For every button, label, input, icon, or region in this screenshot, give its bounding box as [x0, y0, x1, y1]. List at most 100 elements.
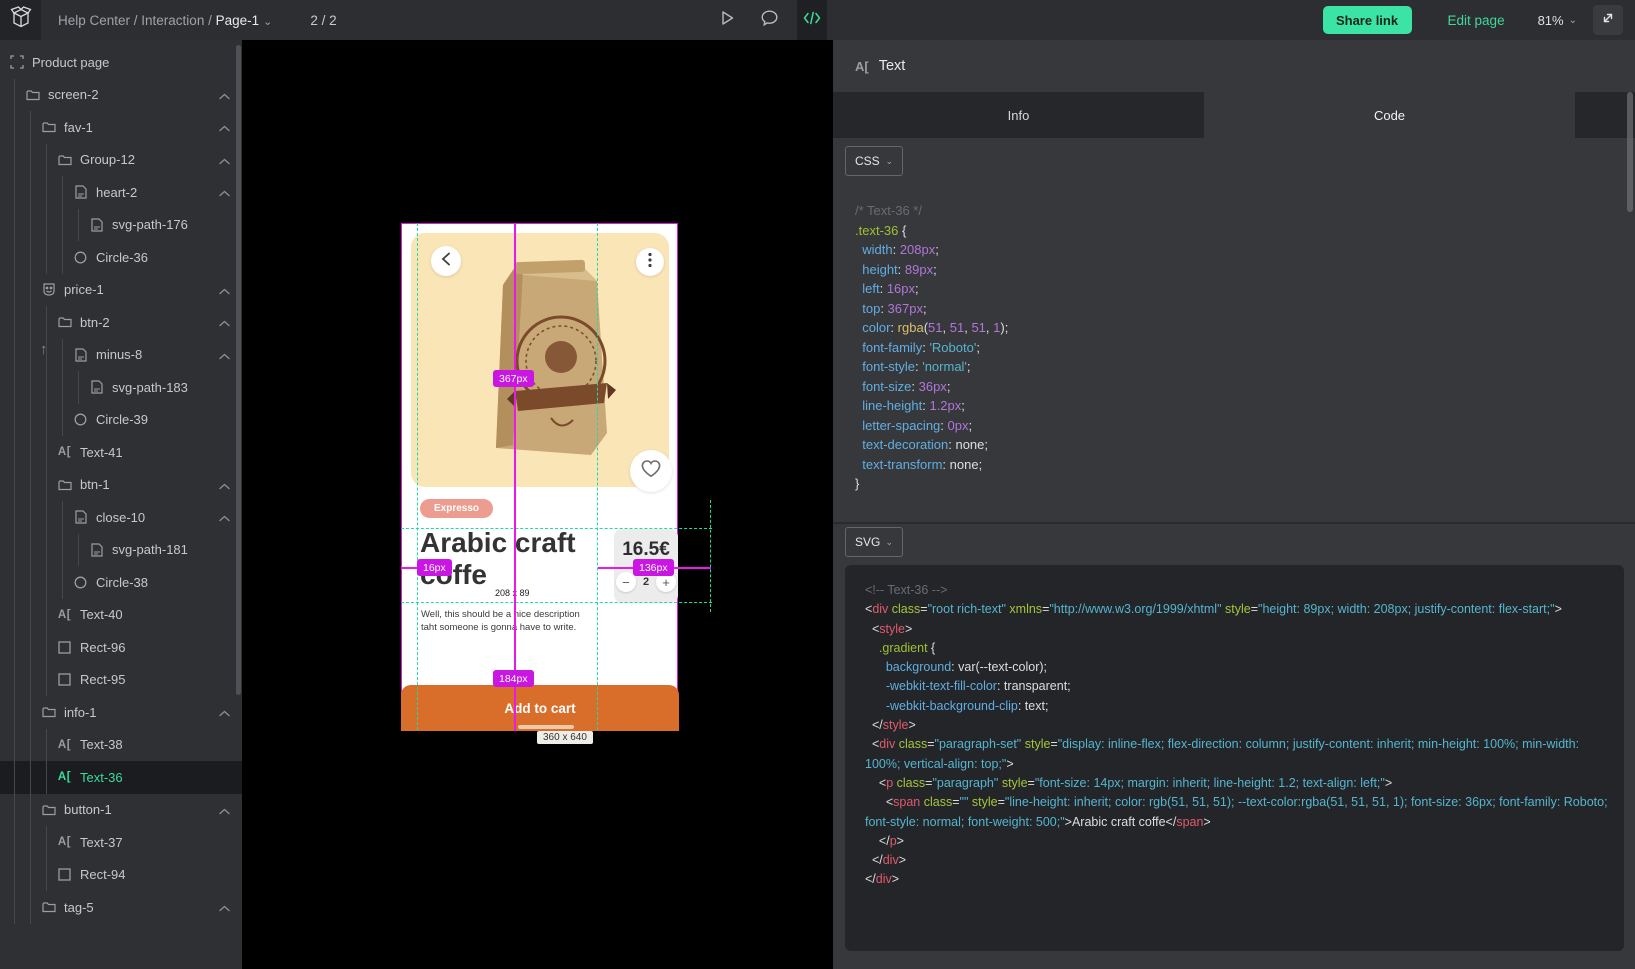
code-line: background: var(--text-color);	[865, 658, 1610, 677]
breadcrumb[interactable]: Help Center / Interaction / Page-1⌄	[58, 13, 272, 28]
indent-guide	[30, 729, 31, 762]
layer-item-product page[interactable]: Product page	[0, 46, 242, 79]
layer-label: Circle-39	[96, 412, 148, 427]
layer-item-text-41[interactable]: A[Text-41	[0, 436, 242, 469]
product-tag-badge[interactable]: Expresso	[420, 499, 493, 518]
indent-guide	[30, 371, 31, 404]
layer-item-btn-2[interactable]: btn-2	[0, 306, 242, 339]
layer-item-button-1[interactable]: button-1	[0, 794, 242, 827]
file-icon	[89, 380, 104, 395]
indent-guide	[14, 371, 15, 404]
tab-code[interactable]: Code	[1204, 92, 1575, 138]
layer-item-rect-96[interactable]: Rect-96	[0, 631, 242, 664]
chevron-up-icon[interactable]	[219, 88, 230, 103]
layer-item-btn-1[interactable]: btn-1	[0, 469, 242, 502]
layer-item-circle-39[interactable]: Circle-39	[0, 404, 242, 437]
circle-icon	[73, 250, 88, 265]
code-line: <style>	[865, 620, 1610, 639]
code-line: <div class="root rich-text" xmlns="http:…	[865, 600, 1610, 619]
layer-item-text-40[interactable]: A[Text-40	[0, 599, 242, 632]
layer-item-screen-2[interactable]: screen-2	[0, 79, 242, 112]
code-mode-button[interactable]	[797, 0, 827, 40]
file-icon	[73, 347, 88, 362]
indent-guide	[14, 241, 15, 274]
indent-guide	[30, 144, 31, 177]
breadcrumb-current-page: Page-1	[216, 13, 260, 28]
back-button[interactable]	[431, 246, 461, 276]
chevron-up-icon[interactable]	[219, 900, 230, 915]
svg-format-dropdown[interactable]: SVG ⌄	[845, 527, 903, 557]
layer-item-heart-2[interactable]: heart-2	[0, 176, 242, 209]
layer-item-circle-36[interactable]: Circle-36	[0, 241, 242, 274]
tab-info[interactable]: Info	[833, 92, 1204, 138]
favorite-button[interactable]	[630, 450, 672, 492]
folder-icon	[57, 315, 72, 330]
layer-item-text-37[interactable]: A[Text-37	[0, 826, 242, 859]
layer-label: svg-path-181	[112, 542, 188, 557]
app-logo[interactable]	[0, 0, 41, 40]
svg-code-block[interactable]: <!-- Text-36 --><div class="root rich-te…	[865, 581, 1610, 890]
layer-item-close-10[interactable]: close-10	[0, 501, 242, 534]
layer-item-tag-5[interactable]: tag-5	[0, 891, 242, 924]
layer-label: Text-37	[80, 835, 123, 850]
indent-guide	[14, 794, 15, 827]
edit-page-link[interactable]: Edit page	[1448, 13, 1505, 28]
text-icon: A[	[57, 737, 72, 752]
zoom-level-value: 81%	[1538, 13, 1564, 28]
indent-guide	[30, 436, 31, 469]
layer-item-rect-94[interactable]: Rect-94	[0, 859, 242, 892]
share-link-button[interactable]: Share link	[1323, 6, 1412, 34]
layer-item-svg-path-183[interactable]: svg-path-183	[0, 371, 242, 404]
panel-scrollbar[interactable]	[1627, 92, 1633, 212]
sidebar-scrollbar[interactable]	[236, 45, 241, 695]
css-code-block[interactable]: /* Text-36 */.text-36 { width: 208px; he…	[855, 201, 1008, 494]
chevron-up-icon[interactable]	[219, 185, 230, 200]
chevron-up-icon[interactable]	[219, 803, 230, 818]
layer-item-circle-38[interactable]: Circle-38	[0, 566, 242, 599]
zoom-level-dropdown[interactable]: 81%⌄	[1538, 13, 1577, 28]
indent-guide	[14, 599, 15, 632]
layer-item-price-1[interactable]: price-1	[0, 274, 242, 307]
chevron-up-icon[interactable]	[219, 510, 230, 525]
chevron-up-icon[interactable]	[219, 348, 230, 363]
code-line: letter-spacing: 0px;	[855, 416, 1008, 436]
layer-label: Rect-96	[80, 640, 126, 655]
layer-item-rect-95[interactable]: Rect-95	[0, 664, 242, 697]
indent-guide	[30, 794, 31, 827]
play-button[interactable]	[713, 6, 741, 34]
code-line: font-size: 36px;	[855, 377, 1008, 397]
device-frame[interactable]: Expresso Arabic craft coffe 208 x 89 16.…	[401, 223, 678, 730]
indent-guide	[30, 826, 31, 859]
chevron-up-icon[interactable]	[219, 478, 230, 493]
css-format-dropdown[interactable]: CSS ⌄	[845, 146, 903, 176]
fullscreen-button[interactable]	[1593, 5, 1623, 35]
layer-item-minus-8[interactable]: minus-8	[0, 339, 242, 372]
chevron-up-icon[interactable]	[219, 283, 230, 298]
indent-guide	[30, 274, 31, 307]
measure-badge-left: 16px	[417, 559, 452, 576]
layer-label: tag-5	[64, 900, 94, 915]
comment-button[interactable]	[755, 6, 783, 34]
code-line: /* Text-36 */	[855, 201, 1008, 221]
layer-item-svg-path-176[interactable]: svg-path-176	[0, 209, 242, 242]
section-divider	[833, 522, 1635, 524]
chevron-up-icon[interactable]	[219, 120, 230, 135]
layer-item-svg-path-181[interactable]: svg-path-181	[0, 534, 242, 567]
layer-item-fav-1[interactable]: fav-1	[0, 111, 242, 144]
layer-item-text-38[interactable]: A[Text-38	[0, 729, 242, 762]
rect-icon	[57, 672, 72, 687]
indent-guide	[14, 761, 15, 794]
indent-guide	[14, 306, 15, 339]
layer-item-group-12[interactable]: Group-12	[0, 144, 242, 177]
chevron-up-icon[interactable]	[219, 153, 230, 168]
chevron-up-icon[interactable]	[219, 315, 230, 330]
frame-icon	[9, 55, 24, 70]
frame-size-label: 360 x 640	[537, 731, 593, 744]
indent-guide	[14, 144, 15, 177]
canvas[interactable]: Expresso Arabic craft coffe 208 x 89 16.…	[242, 40, 833, 969]
more-options-button[interactable]	[636, 248, 664, 276]
chevron-down-icon[interactable]: ⌄	[263, 16, 272, 28]
chevron-up-icon[interactable]	[219, 705, 230, 720]
layer-item-info-1[interactable]: info-1	[0, 696, 242, 729]
layer-item-text-36[interactable]: A[Text-36	[0, 761, 242, 794]
